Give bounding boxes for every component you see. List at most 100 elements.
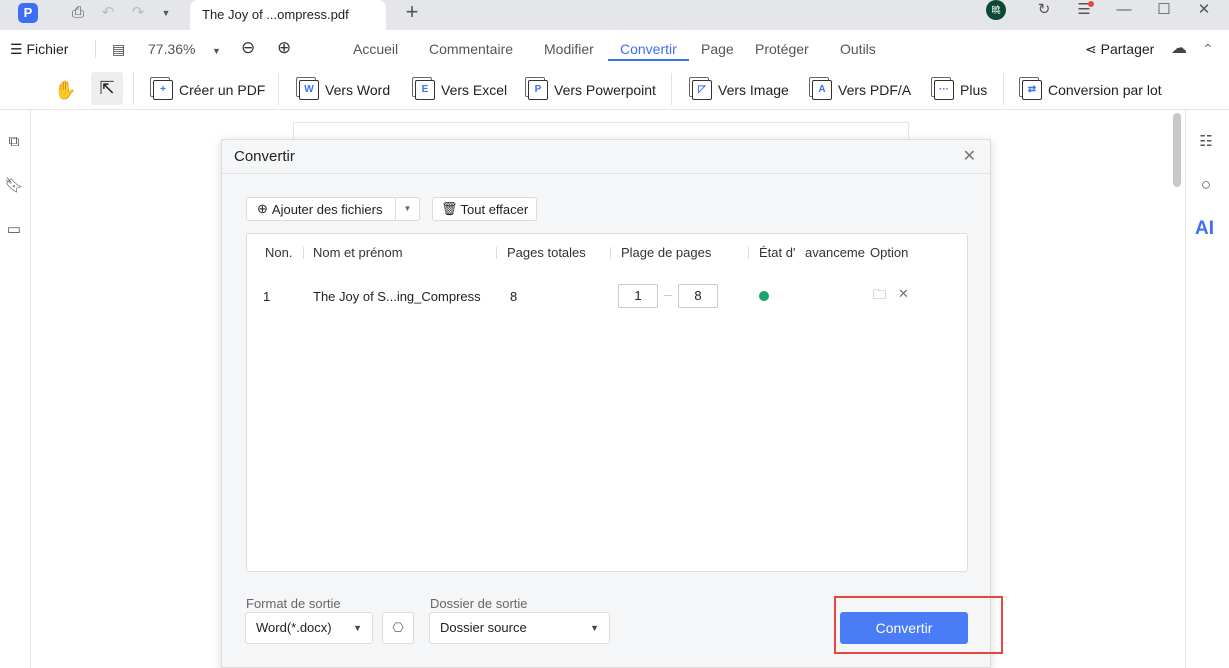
total-pages: 8 xyxy=(510,289,518,304)
pdfa-icon: A xyxy=(812,80,832,100)
clear-all-label: Tout effacer xyxy=(460,201,529,217)
convert-button[interactable]: Convertir xyxy=(840,612,968,644)
status-success-icon xyxy=(759,291,769,301)
tab-proteger[interactable]: Protéger xyxy=(755,41,809,57)
divider xyxy=(303,247,304,259)
output-format-value: Word(*.docx) xyxy=(256,620,332,635)
zoom-in-icon[interactable]: ⊕ xyxy=(277,38,291,58)
scrollbar[interactable] xyxy=(1173,113,1181,187)
divider xyxy=(1003,73,1004,105)
zoom-level[interactable]: 77.36% xyxy=(148,41,195,57)
to-image-button[interactable]: ◸ Vers Image xyxy=(692,80,789,100)
word-icon: W xyxy=(299,80,319,100)
column-header-no: Non. xyxy=(265,245,293,260)
to-pdfa-label: Vers PDF/A xyxy=(838,82,912,98)
format-settings-icon[interactable]: ⎔ xyxy=(382,612,414,644)
share-label: Partager xyxy=(1100,41,1155,57)
close-window-icon[interactable]: ✕ xyxy=(1192,0,1216,22)
collapse-ribbon-icon[interactable]: ⌃ xyxy=(1202,41,1214,58)
tab-outils[interactable]: Outils xyxy=(840,41,876,57)
tab-modifier[interactable]: Modifier xyxy=(544,41,594,57)
add-files-label: Ajouter des fichiers xyxy=(271,201,383,217)
bookmark-icon[interactable]: 🔖︎ xyxy=(2,174,26,198)
to-pdfa-button[interactable]: A Vers PDF/A xyxy=(812,80,911,100)
file-name: The Joy of S...ing_Compress xyxy=(313,289,481,304)
page-view-icon[interactable]: ▤ xyxy=(112,41,125,58)
title-bar: P ⎙ ↶ ↷ ▼ The Joy of ...ompress.pdf + 曉 … xyxy=(0,0,1229,30)
more-button[interactable]: ··· Plus xyxy=(934,80,987,100)
properties-icon[interactable]: ☷ xyxy=(1194,130,1218,154)
image-icon: ◸ xyxy=(692,80,712,100)
ai-assistant-button[interactable]: AI xyxy=(1195,218,1214,240)
dialog-title: Convertir xyxy=(234,148,295,165)
tab-convertir[interactable]: Convertir xyxy=(620,41,677,57)
create-pdf-icon: + xyxy=(153,80,173,100)
column-header-status-cont: avanceme xyxy=(805,245,865,260)
add-files-dropdown-icon[interactable]: ▼ xyxy=(395,198,419,220)
divider xyxy=(610,247,611,259)
remove-file-icon[interactable]: ✕ xyxy=(898,286,909,302)
column-header-name: Nom et prénom xyxy=(313,245,403,260)
add-icon: ⊕ xyxy=(257,201,268,216)
cloud-icon[interactable]: ☁ xyxy=(1171,38,1187,58)
batch-icon: ⇄ xyxy=(1022,80,1042,100)
output-folder-value: Dossier source xyxy=(440,620,527,635)
active-tab-indicator xyxy=(608,59,689,61)
to-powerpoint-button[interactable]: P Vers Powerpoint xyxy=(528,80,656,100)
page-range-to-input[interactable]: 8 xyxy=(678,284,718,308)
new-tab-icon[interactable]: + xyxy=(400,0,424,24)
app-logo: P xyxy=(18,3,38,23)
comments-icon[interactable]: ▭ xyxy=(2,218,26,242)
right-sidebar: ☷ ○ AI xyxy=(1185,110,1229,668)
left-sidebar: ⧉ 🔖︎ ▭ xyxy=(0,110,31,668)
file-menu[interactable]: ☰ Fichier xyxy=(10,41,68,58)
to-word-button[interactable]: W Vers Word xyxy=(299,80,390,100)
undo-icon[interactable]: ↶ xyxy=(96,1,120,25)
batch-conversion-label: Conversion par lot xyxy=(1048,82,1162,98)
add-files-button[interactable]: ⊕ Ajouter des fichiers ▼ xyxy=(246,197,420,221)
column-header-total-pages: Pages totales xyxy=(507,245,586,260)
share-button[interactable]: ⋖ Partager xyxy=(1085,41,1154,58)
to-word-label: Vers Word xyxy=(325,82,391,98)
divider xyxy=(748,247,749,259)
convert-dialog: Convertir ✕ ⊕ Ajouter des fichiers ▼ 🗑︎ To… xyxy=(221,139,1003,668)
create-pdf-button[interactable]: + Créer un PDF xyxy=(153,80,265,100)
tab-accueil[interactable]: Accueil xyxy=(353,41,398,57)
redo-icon[interactable]: ↷ xyxy=(126,1,150,25)
dropdown-caret-icon: ▼ xyxy=(353,623,362,633)
batch-conversion-button[interactable]: ⇄ Conversion par lot xyxy=(1022,80,1162,100)
search-icon[interactable]: ○ xyxy=(1194,173,1218,197)
to-excel-label: Vers Excel xyxy=(441,82,508,98)
powerpoint-icon: P xyxy=(528,80,548,100)
to-excel-button[interactable]: E Vers Excel xyxy=(415,80,507,100)
clear-all-button[interactable]: 🗑︎ Tout effacer xyxy=(432,197,538,221)
divider xyxy=(133,73,134,105)
table-row[interactable]: 1 The Joy of S...ing_Compress 8 1 8 🗀︎ ✕ xyxy=(247,274,967,318)
row-number: 1 xyxy=(263,289,271,304)
menu-icon[interactable]: ☰ xyxy=(1072,0,1096,22)
output-format-select[interactable]: Word(*.docx) ▼ xyxy=(245,612,373,644)
column-header-page-range: Plage de pages xyxy=(621,245,712,260)
open-folder-icon[interactable]: 🗀︎ xyxy=(873,286,886,308)
thumbnails-icon[interactable]: ⧉ xyxy=(2,130,26,154)
column-header-status: État d' xyxy=(759,245,796,260)
tab-page[interactable]: Page xyxy=(701,41,734,57)
close-dialog-icon[interactable]: ✕ xyxy=(963,146,976,166)
print-icon[interactable]: ⎙ xyxy=(66,1,90,25)
document-tab[interactable]: The Joy of ...ompress.pdf xyxy=(190,0,386,30)
tab-commentaire[interactable]: Commentaire xyxy=(429,41,513,57)
excel-icon: E xyxy=(415,80,435,100)
quick-access-dropdown-icon[interactable]: ▼ xyxy=(156,1,176,25)
hand-tool-icon[interactable]: ✋ xyxy=(54,80,76,101)
select-tool-icon[interactable]: ⇱ xyxy=(91,72,123,105)
minimize-icon[interactable]: — xyxy=(1112,0,1136,22)
maximize-icon[interactable]: ☐ xyxy=(1152,0,1176,22)
sync-icon[interactable]: ↻ xyxy=(1032,0,1056,22)
zoom-dropdown-icon[interactable]: ▼ xyxy=(212,46,221,56)
page-range-from-input[interactable]: 1 xyxy=(618,284,658,308)
zoom-out-icon[interactable]: ⊖ xyxy=(241,38,255,58)
divider xyxy=(95,40,96,58)
document-tab-title: The Joy of ...ompress.pdf xyxy=(202,7,349,22)
avatar[interactable]: 曉 xyxy=(986,0,1006,20)
output-folder-select[interactable]: Dossier source ▼ xyxy=(429,612,610,644)
